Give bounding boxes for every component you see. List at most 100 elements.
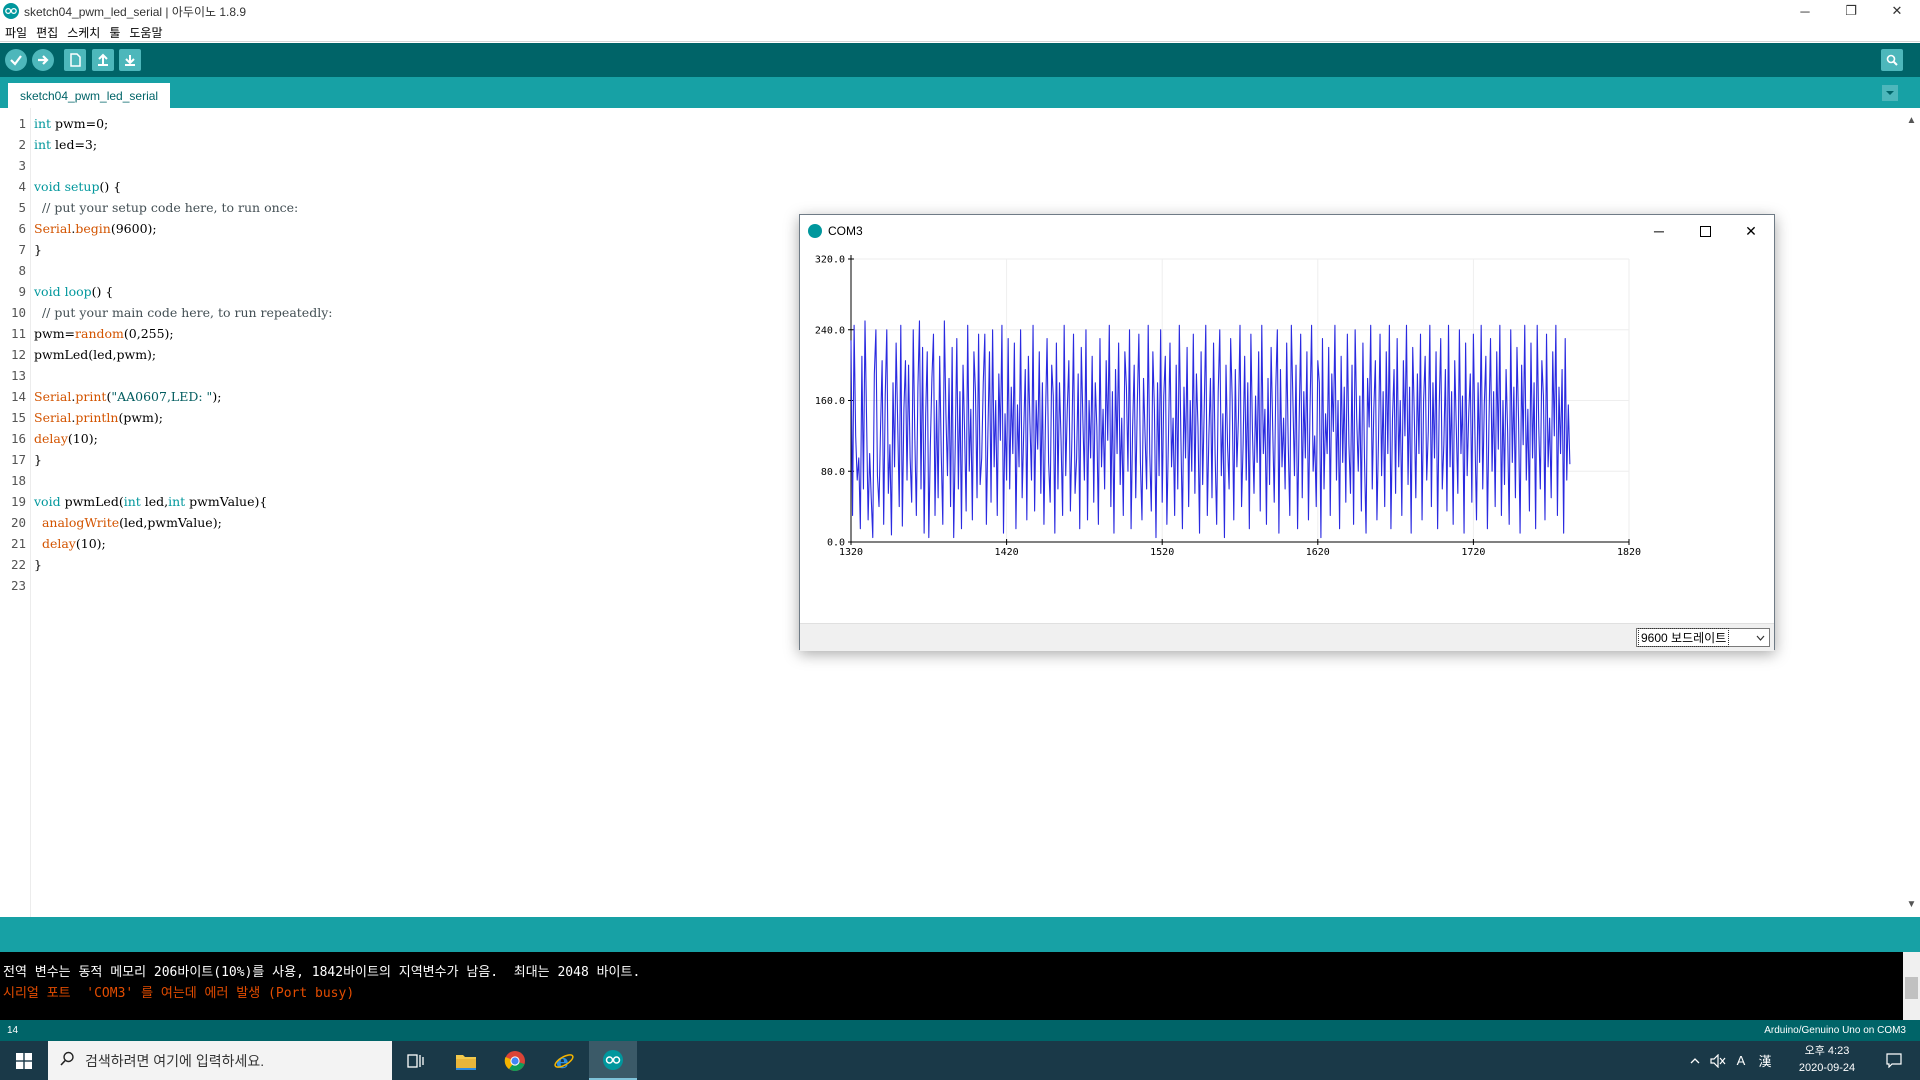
toolbar [0,43,1920,77]
code-token: print [75,389,107,404]
task-view-icon[interactable] [392,1041,440,1080]
status-bar: 14 Arduino/Genuino Uno on COM3 [0,1020,1920,1041]
menu-file[interactable]: 파일 [1,24,31,41]
notification-icon[interactable] [1874,1041,1914,1080]
code-token: () { [99,179,122,194]
internet-explorer-icon[interactable]: e [540,1041,588,1080]
y-tick-label: 80.0 [821,467,845,478]
serial-monitor-icon[interactable] [1881,49,1903,71]
console-memory-line: 전역 변수는 동적 메모리 206바이트(10%)를 사용, 1842바이트의 … [3,965,641,980]
code-line[interactable]: int pwm=0; [34,113,108,134]
chrome-icon[interactable] [491,1041,539,1080]
menu-edit[interactable]: 편집 [32,24,62,41]
tab-sketch[interactable]: sketch04_pwm_led_serial [8,83,171,108]
menu-help[interactable]: 도움말 [125,24,166,41]
menu-tools[interactable]: 툴 [105,24,124,41]
code-token: void [34,284,61,299]
taskbar: 검색하려면 여기에 입력하세요. e A 漢 오후 4:23 2020-09-2… [0,1041,1920,1080]
windows-start-icon[interactable] [0,1041,48,1080]
line-number: 3 [18,158,26,173]
scroll-up-icon[interactable]: ▲ [1903,112,1920,129]
code-line[interactable]: } [34,239,42,260]
arduino-taskbar-icon[interactable] [589,1041,637,1080]
code-line[interactable]: void pwmLed(int led,int pwmValue){ [34,491,267,512]
code-token: (led,pwmValue); [119,515,222,530]
plotter-close-button[interactable]: ✕ [1728,215,1774,247]
new-icon[interactable] [64,49,86,71]
menu-sketch[interactable]: 스케치 [63,24,104,41]
line-number: 16 [10,431,26,446]
line-number: 1 [18,116,26,131]
code-line[interactable]: pwmLed(led,pwm); [34,344,156,365]
line-number-gutter: 1 2 3 4 5 6 7 8 9 10 11 12 13 14 15 16 17 18 19 20 21 22 23 [0,108,31,917]
code-token: led, [140,494,169,509]
y-tick-label: 0.0 [827,538,845,549]
baud-rate-value: 9600 보드레이트 [1637,628,1730,647]
console-scrollbar[interactable] [1903,952,1920,1020]
baud-rate-select[interactable]: 9600 보드레이트 [1636,628,1770,647]
code-token: (9600); [110,221,157,236]
code-line[interactable]: Serial.println(pwm); [34,407,163,428]
code-token: (10); [67,431,98,446]
plotter-title: COM3 [828,224,863,238]
code-line[interactable]: void loop() { [34,281,113,302]
console-scroll-thumb[interactable] [1905,977,1918,999]
verify-icon[interactable] [5,49,27,71]
x-tick-label: 1320 [839,547,863,558]
code-line[interactable]: } [34,449,42,470]
open-icon[interactable] [92,49,114,71]
code-line[interactable]: delay(10); [34,428,98,449]
upload-icon[interactable] [32,49,54,71]
minimize-button[interactable]: ─ [1782,0,1828,22]
code-line[interactable]: delay(10); [34,533,106,554]
console-error-line: 시리얼 포트 'COM3' 를 여는데 에러 발생 (Port busy) [3,986,355,1001]
code-line[interactable]: Serial.print("AA0607,LED: "); [34,386,221,407]
taskbar-clock[interactable]: 오후 4:23 2020-09-24 [1782,1043,1872,1077]
code-line[interactable]: // put your main code here, to run repea… [34,302,333,323]
x-tick-label: 1820 [1617,547,1641,558]
code-token: pwmLed( [60,494,124,509]
menu-bar: 파일 편집 스케치 툴 도움말 [0,22,1920,42]
restore-button[interactable]: ❐ [1828,0,1874,22]
code-token: delay [34,431,68,446]
file-explorer-icon[interactable] [442,1041,490,1080]
status-line-number: 14 [7,1025,19,1036]
code-token: void [34,179,61,194]
code-token: int [34,137,52,152]
code-token: begin [75,221,111,236]
tray-chevron-icon[interactable] [1685,1041,1705,1080]
volume-muted-icon[interactable] [1706,1041,1730,1080]
plotter-maximize-button[interactable] [1682,215,1728,247]
code-line[interactable]: } [34,554,42,575]
serial-plotter-window[interactable]: COM3 ─ ✕ 1320 1420 1520 1620 1720 1820 0.0 80.0… [799,214,1775,651]
code-line[interactable]: void setup() { [34,176,121,197]
line-number: 13 [10,368,26,383]
y-tick-label: 320.0 [815,255,845,266]
plotter-minimize-button[interactable]: ─ [1636,215,1682,247]
scroll-down-icon[interactable]: ▼ [1903,896,1920,913]
code-line[interactable]: int led=3; [34,134,97,155]
code-line[interactable]: analogWrite(led,pwmValue); [34,512,222,533]
x-tick-label: 1520 [1150,547,1174,558]
line-number: 20 [10,515,26,530]
line-number: 17 [10,452,26,467]
ime-hanja-indicator[interactable]: 漢 [1754,1041,1776,1080]
code-line[interactable]: // put your setup code here, to run once… [34,197,298,218]
code-token: Serial [34,410,72,425]
editor-scrollbar[interactable]: ▲ ▼ [1903,108,1920,917]
code-token: delay [41,536,76,551]
ime-mode-indicator[interactable]: A [1730,1041,1752,1080]
search-placeholder: 검색하려면 여기에 입력하세요. [85,1052,265,1069]
save-icon[interactable] [119,49,141,71]
code-token: int [123,494,141,509]
plotter-title-bar[interactable]: COM3 [800,215,1774,247]
code-token: } [34,557,42,572]
line-number: 6 [18,221,26,236]
tab-menu-icon[interactable] [1882,85,1898,101]
close-button[interactable]: ✕ [1874,0,1920,22]
code-line[interactable]: Serial.begin(9600); [34,218,157,239]
taskbar-search-box[interactable]: 검색하려면 여기에 입력하세요. [48,1041,392,1080]
code-line[interactable]: pwm=random(0,255); [34,323,174,344]
clock-date: 2020-09-24 [1798,1062,1856,1074]
